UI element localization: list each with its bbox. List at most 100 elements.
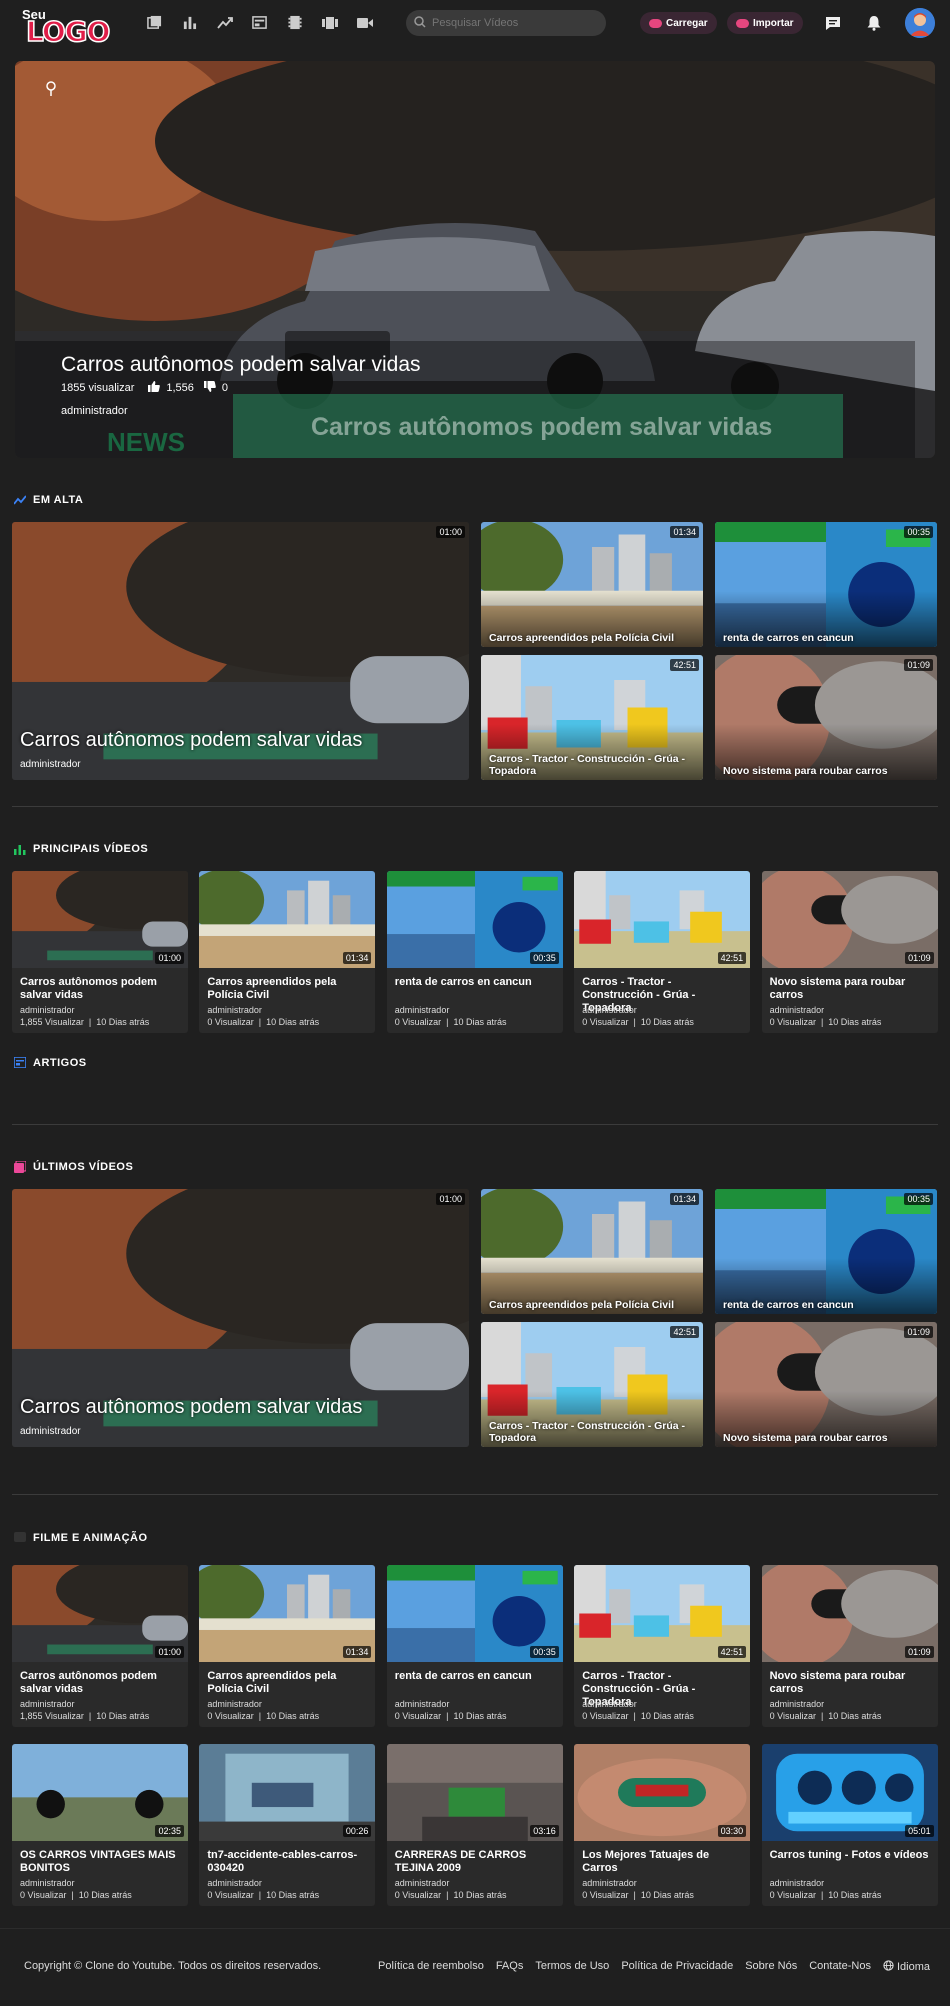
video-thumbnail[interactable]: 01:34 — [199, 1565, 376, 1662]
video-thumbnail[interactable]: 00:35 — [386, 1565, 563, 1662]
video-thumbnail[interactable]: 00:26 — [199, 1744, 376, 1841]
video-title[interactable]: Novo sistema para roubar carros — [770, 976, 930, 1004]
video-author[interactable]: administrador — [770, 1878, 930, 1888]
video-author[interactable]: administrador — [207, 1005, 367, 1015]
video-author[interactable]: administrador — [20, 1005, 180, 1015]
video-card[interactable]: 03:16 CARRERAS DE CARROS TEJINA 2009 admin… — [386, 1744, 563, 1906]
featured-video-item[interactable]: 00:35 renta de carros en cancun — [715, 1189, 937, 1314]
featured-video-item[interactable]: 42:51 Carros - Tractor - Construcción - G… — [481, 655, 703, 780]
video-thumbnail[interactable]: 05:01 — [761, 1744, 938, 1841]
video-card[interactable]: 01:09 Novo sistema para roubar carros admi… — [761, 1565, 938, 1727]
footer-link-refund[interactable]: Política de reembolso — [378, 1960, 484, 1974]
video-thumbnail[interactable]: 01:09 — [761, 1565, 938, 1662]
bar-chart-icon[interactable] — [181, 14, 198, 31]
video-author[interactable]: administrador — [207, 1699, 367, 1709]
video-card[interactable]: 00:26 tn7-accidente-cables-carros-030420 a… — [199, 1744, 376, 1906]
video-card[interactable]: 02:35 OS CARROS VINTAGES MAIS BONITOS admi… — [12, 1744, 188, 1906]
thumbs-up-icon[interactable] — [148, 381, 161, 395]
hero-author[interactable]: administrador — [61, 405, 128, 417]
footer-link-terms[interactable]: Termos de Uso — [535, 1960, 609, 1974]
video-author[interactable]: administrador — [770, 1699, 930, 1709]
footer-link-faqs[interactable]: FAQs — [496, 1960, 524, 1974]
video-author[interactable]: administrador — [207, 1878, 367, 1888]
video-author[interactable]: administrador — [582, 1699, 742, 1709]
video-card[interactable]: 01:09 Novo sistema para roubar carros admi… — [761, 871, 938, 1033]
video-thumbnail[interactable]: 03:30 — [574, 1744, 751, 1841]
footer-link-language[interactable]: Idioma — [883, 1960, 930, 1974]
video-card[interactable]: 00:35 renta de carros en cancun administra… — [386, 871, 563, 1033]
chat-icon[interactable] — [823, 13, 843, 33]
video-title[interactable]: Los Mejores Tatuajes de Carros — [582, 1849, 742, 1877]
featured-video-item[interactable]: 01:09 Novo sistema para roubar carros — [715, 655, 937, 780]
featured-video-item[interactable]: 01:09 Novo sistema para roubar carros — [715, 1322, 937, 1447]
video-thumbnail[interactable]: 42:51 — [574, 871, 751, 968]
video-title[interactable]: OS CARROS VINTAGES MAIS BONITOS — [20, 1849, 180, 1877]
video-thumbnail[interactable]: 03:16 — [386, 1744, 563, 1841]
upload-button[interactable]: Carregar — [640, 12, 717, 34]
featured-item-title[interactable]: Carros - Tractor - Construcción - Grúa -… — [489, 1420, 695, 1444]
footer-link-privacy[interactable]: Política de Privacidade — [621, 1960, 733, 1974]
carousel-icon[interactable] — [321, 14, 338, 31]
video-title[interactable]: Carros autônomos podem salvar vidas — [20, 976, 180, 1004]
featured-video-item[interactable]: 00:35 renta de carros en cancun — [715, 522, 937, 647]
video-thumbnail[interactable]: 01:09 — [761, 871, 938, 968]
featured-item-title[interactable]: renta de carros en cancun — [723, 1299, 929, 1311]
thumbs-down-icon[interactable] — [203, 381, 216, 395]
user-avatar[interactable] — [905, 8, 935, 38]
featured-video-author[interactable]: administrador — [20, 1426, 81, 1437]
featured-item-title[interactable]: Carros - Tractor - Construcción - Grúa -… — [489, 753, 695, 777]
video-title[interactable]: CARRERAS DE CARROS TEJINA 2009 — [395, 1849, 555, 1877]
video-thumbnail[interactable]: 01:00 — [12, 871, 188, 968]
video-thumbnail[interactable]: 01:34 — [199, 871, 376, 968]
video-author[interactable]: administrador — [20, 1878, 180, 1888]
video-thumbnail[interactable]: 00:35 — [386, 871, 563, 968]
video-author[interactable]: administrador — [20, 1699, 180, 1709]
import-button[interactable]: Importar — [727, 12, 803, 34]
video-author[interactable]: administrador — [582, 1878, 742, 1888]
featured-item-title[interactable]: Carros apreendidos pela Polícia Civil — [489, 632, 695, 644]
featured-video-title[interactable]: Carros autônomos podem salvar vidas — [20, 729, 362, 752]
video-card[interactable]: 42:51 Carros - Tractor - Construcción - G… — [574, 1565, 751, 1727]
bell-icon[interactable] — [864, 13, 884, 33]
video-title[interactable]: Carros - Tractor - Construcción - Grúa -… — [582, 976, 742, 1014]
search-bar[interactable] — [406, 10, 606, 36]
featured-video-author[interactable]: administrador — [20, 759, 81, 770]
video-card[interactable]: 05:01 Carros tuning - Fotos e vídeos admin… — [761, 1744, 938, 1906]
video-title[interactable]: Carros autônomos podem salvar vidas — [20, 1670, 180, 1698]
video-title[interactable]: Carros apreendidos pela Polícia Civil — [207, 1670, 367, 1698]
featured-item-title[interactable]: Carros apreendidos pela Polícia Civil — [489, 1299, 695, 1311]
hero-featured-video[interactable]: Carros autônomos podem salvar vidas NEWS… — [15, 61, 935, 458]
video-card[interactable]: 03:30 Los Mejores Tatuajes de Carros admin… — [574, 1744, 751, 1906]
video-title[interactable]: Novo sistema para roubar carros — [770, 1670, 930, 1698]
video-author[interactable]: administrador — [582, 1005, 742, 1015]
video-author[interactable]: administrador — [395, 1699, 555, 1709]
video-title[interactable]: renta de carros en cancun — [395, 1670, 555, 1698]
video-card[interactable]: 01:34 Carros apreendidos pela Polícia Civ… — [199, 1565, 376, 1727]
site-logo[interactable]: Seu LOGO — [22, 7, 111, 49]
featured-video-main[interactable]: 01:00 Carros autônomos podem salvar vidas… — [12, 1189, 469, 1447]
video-thumbnail[interactable]: 01:00 — [12, 1565, 188, 1662]
video-thumbnail[interactable]: 02:35 — [12, 1744, 188, 1841]
video-card[interactable]: 01:00 Carros autônomos podem salvar vidas… — [12, 1565, 188, 1727]
footer-link-about[interactable]: Sobre Nós — [745, 1960, 797, 1974]
featured-item-title[interactable]: Novo sistema para roubar carros — [723, 1432, 929, 1444]
video-card[interactable]: 01:34 Carros apreendidos pela Polícia Civ… — [199, 871, 376, 1033]
video-thumbnail[interactable]: 42:51 — [574, 1565, 751, 1662]
articles-icon[interactable] — [251, 14, 268, 31]
video-title[interactable]: renta de carros en cancun — [395, 976, 555, 1004]
featured-video-main[interactable]: 01:00 Carros autônomos podem salvar vidas… — [12, 522, 469, 780]
video-title[interactable]: Carros tuning - Fotos e vídeos — [770, 1849, 930, 1877]
featured-video-title[interactable]: Carros autônomos podem salvar vidas — [20, 1396, 362, 1419]
video-title[interactable]: Carros apreendidos pela Polícia Civil — [207, 976, 367, 1004]
video-card[interactable]: 42:51 Carros - Tractor - Construcción - G… — [574, 871, 751, 1033]
video-author[interactable]: administrador — [770, 1005, 930, 1015]
video-author[interactable]: administrador — [395, 1005, 555, 1015]
library-icon[interactable] — [146, 14, 163, 31]
featured-video-item[interactable]: 01:34 Carros apreendidos pela Polícia Civ… — [481, 1189, 703, 1314]
featured-item-title[interactable]: renta de carros en cancun — [723, 632, 929, 644]
footer-link-contact[interactable]: Contate-Nos — [809, 1960, 871, 1974]
featured-video-item[interactable]: 42:51 Carros - Tractor - Construcción - G… — [481, 1322, 703, 1447]
video-card[interactable]: 01:00 Carros autônomos podem salvar vidas… — [12, 871, 188, 1033]
video-camera-icon[interactable] — [356, 14, 373, 31]
video-title[interactable]: tn7-accidente-cables-carros-030420 — [207, 1849, 367, 1877]
